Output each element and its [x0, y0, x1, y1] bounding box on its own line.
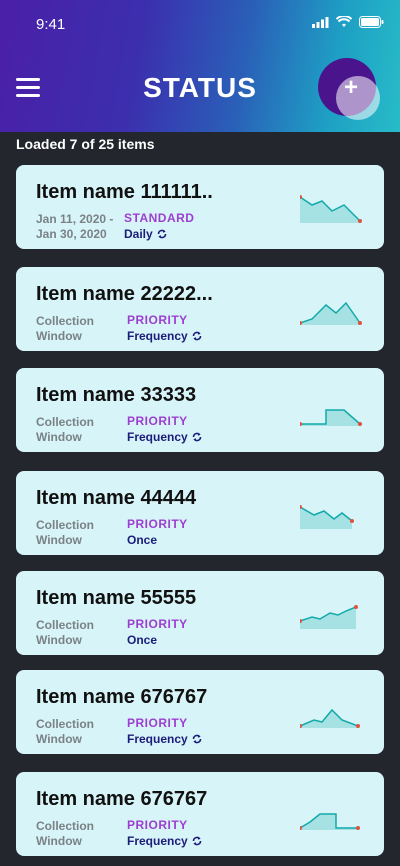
item-line2-label: Window — [36, 329, 82, 343]
schedule-label: Frequency — [127, 732, 188, 746]
signal-icon — [312, 16, 329, 28]
sparkline-end-dot — [350, 519, 354, 523]
item-card[interactable]: Item name 44444 Collection Window PRIORITY O… — [16, 471, 384, 555]
trend-sparkline — [300, 605, 358, 629]
item-name: Item name 22222... — [36, 283, 213, 305]
sparkline-area — [300, 303, 360, 325]
item-schedule: Frequency — [127, 329, 203, 343]
item-tag: PRIORITY — [127, 313, 188, 327]
trend-sparkline — [300, 505, 354, 529]
item-name: Item name 44444 — [36, 487, 197, 509]
item-schedule: Daily — [124, 227, 168, 241]
schedule-label: Frequency — [127, 329, 188, 343]
item-schedule: Frequency — [127, 834, 203, 848]
item-tag: PRIORITY — [127, 818, 188, 832]
repeat-icon — [157, 229, 166, 239]
item-line2-label: Window — [36, 732, 82, 746]
item-card[interactable]: Item name 676767 Collection Window PRIORITY… — [16, 772, 384, 856]
item-name: Item name 55555 — [36, 587, 197, 609]
trend-sparkline — [300, 813, 360, 830]
item-name: Item name 33333 — [36, 384, 197, 406]
sparkline-area — [300, 507, 352, 529]
item-name: Item name 676767 — [36, 788, 208, 810]
schedule-label: Once — [127, 633, 158, 647]
sparkline-end-dot — [354, 605, 358, 609]
item-line2-label: Jan 30, 2020 — [36, 227, 107, 241]
item-tag: PRIORITY — [127, 517, 188, 531]
item-line1-label: Collection — [36, 618, 95, 632]
repeat-icon — [192, 836, 201, 846]
item-tag: PRIORITY — [127, 716, 188, 730]
trend-sparkline — [300, 301, 362, 325]
item-card[interactable]: Item name 111111.. Jan 11, 2020 - Jan 30, … — [16, 165, 384, 249]
item-card[interactable]: Item name 676767 Collection Window PRIORITY… — [16, 670, 384, 754]
item-schedule: Once — [127, 533, 157, 547]
schedule-label: Frequency — [127, 430, 188, 444]
wifi-icon — [336, 16, 352, 27]
item-line1-label: Collection — [36, 518, 95, 532]
add-button[interactable]: + — [318, 58, 380, 120]
item-line1-label: Jan 11, 2020 - — [36, 212, 114, 226]
trend-sparkline — [300, 409, 362, 426]
sparkline-end-dot — [358, 422, 362, 426]
schedule-label: Frequency — [127, 834, 188, 848]
item-schedule: Frequency — [127, 732, 203, 746]
item-tag: PRIORITY — [127, 414, 188, 428]
item-name: Item name 111111.. — [36, 181, 213, 203]
sparkline-end-dot — [358, 219, 362, 223]
schedule-label: Daily — [124, 227, 153, 241]
item-tag: STANDARD — [124, 211, 195, 225]
item-card[interactable]: Item name 33333 Collection Window PRIORITY F… — [16, 368, 384, 452]
item-tag: PRIORITY — [127, 617, 188, 631]
item-schedule: Once — [127, 633, 157, 647]
item-line2-label: Window — [36, 834, 82, 848]
item-schedule: Frequency — [127, 430, 203, 444]
repeat-icon — [192, 734, 201, 744]
item-line2-label: Window — [36, 633, 82, 647]
status-time: 9:41 — [36, 16, 66, 33]
item-card[interactable]: Item name 22222... Collection Window PRIORI… — [16, 267, 384, 351]
plus-icon: + — [344, 74, 359, 101]
item-line2-label: Window — [36, 430, 82, 444]
loaded-count: Loaded 7 of 25 items — [16, 136, 155, 152]
trend-sparkline — [300, 195, 362, 223]
item-card[interactable]: Item name 55555 Collection Window PRIORITY O… — [16, 571, 384, 655]
item-name: Item name 676767 — [36, 686, 208, 708]
item-line1-label: Collection — [36, 819, 95, 833]
item-line1-label: Collection — [36, 415, 95, 429]
status-bar: 9:41 — [0, 0, 400, 44]
sparkline-end-dot — [356, 826, 360, 830]
status-icons — [312, 16, 384, 28]
repeat-icon — [192, 432, 201, 442]
sparkline-end-dot — [356, 724, 360, 728]
repeat-icon — [192, 331, 201, 341]
header: 9:41 STATUS + — [0, 0, 400, 132]
battery-icon — [359, 16, 384, 28]
item-line1-label: Collection — [36, 717, 95, 731]
sparkline-end-dot — [358, 321, 362, 325]
item-line1-label: Collection — [36, 314, 95, 328]
trend-sparkline — [300, 708, 360, 728]
schedule-label: Once — [127, 533, 158, 547]
item-line2-label: Window — [36, 533, 82, 547]
